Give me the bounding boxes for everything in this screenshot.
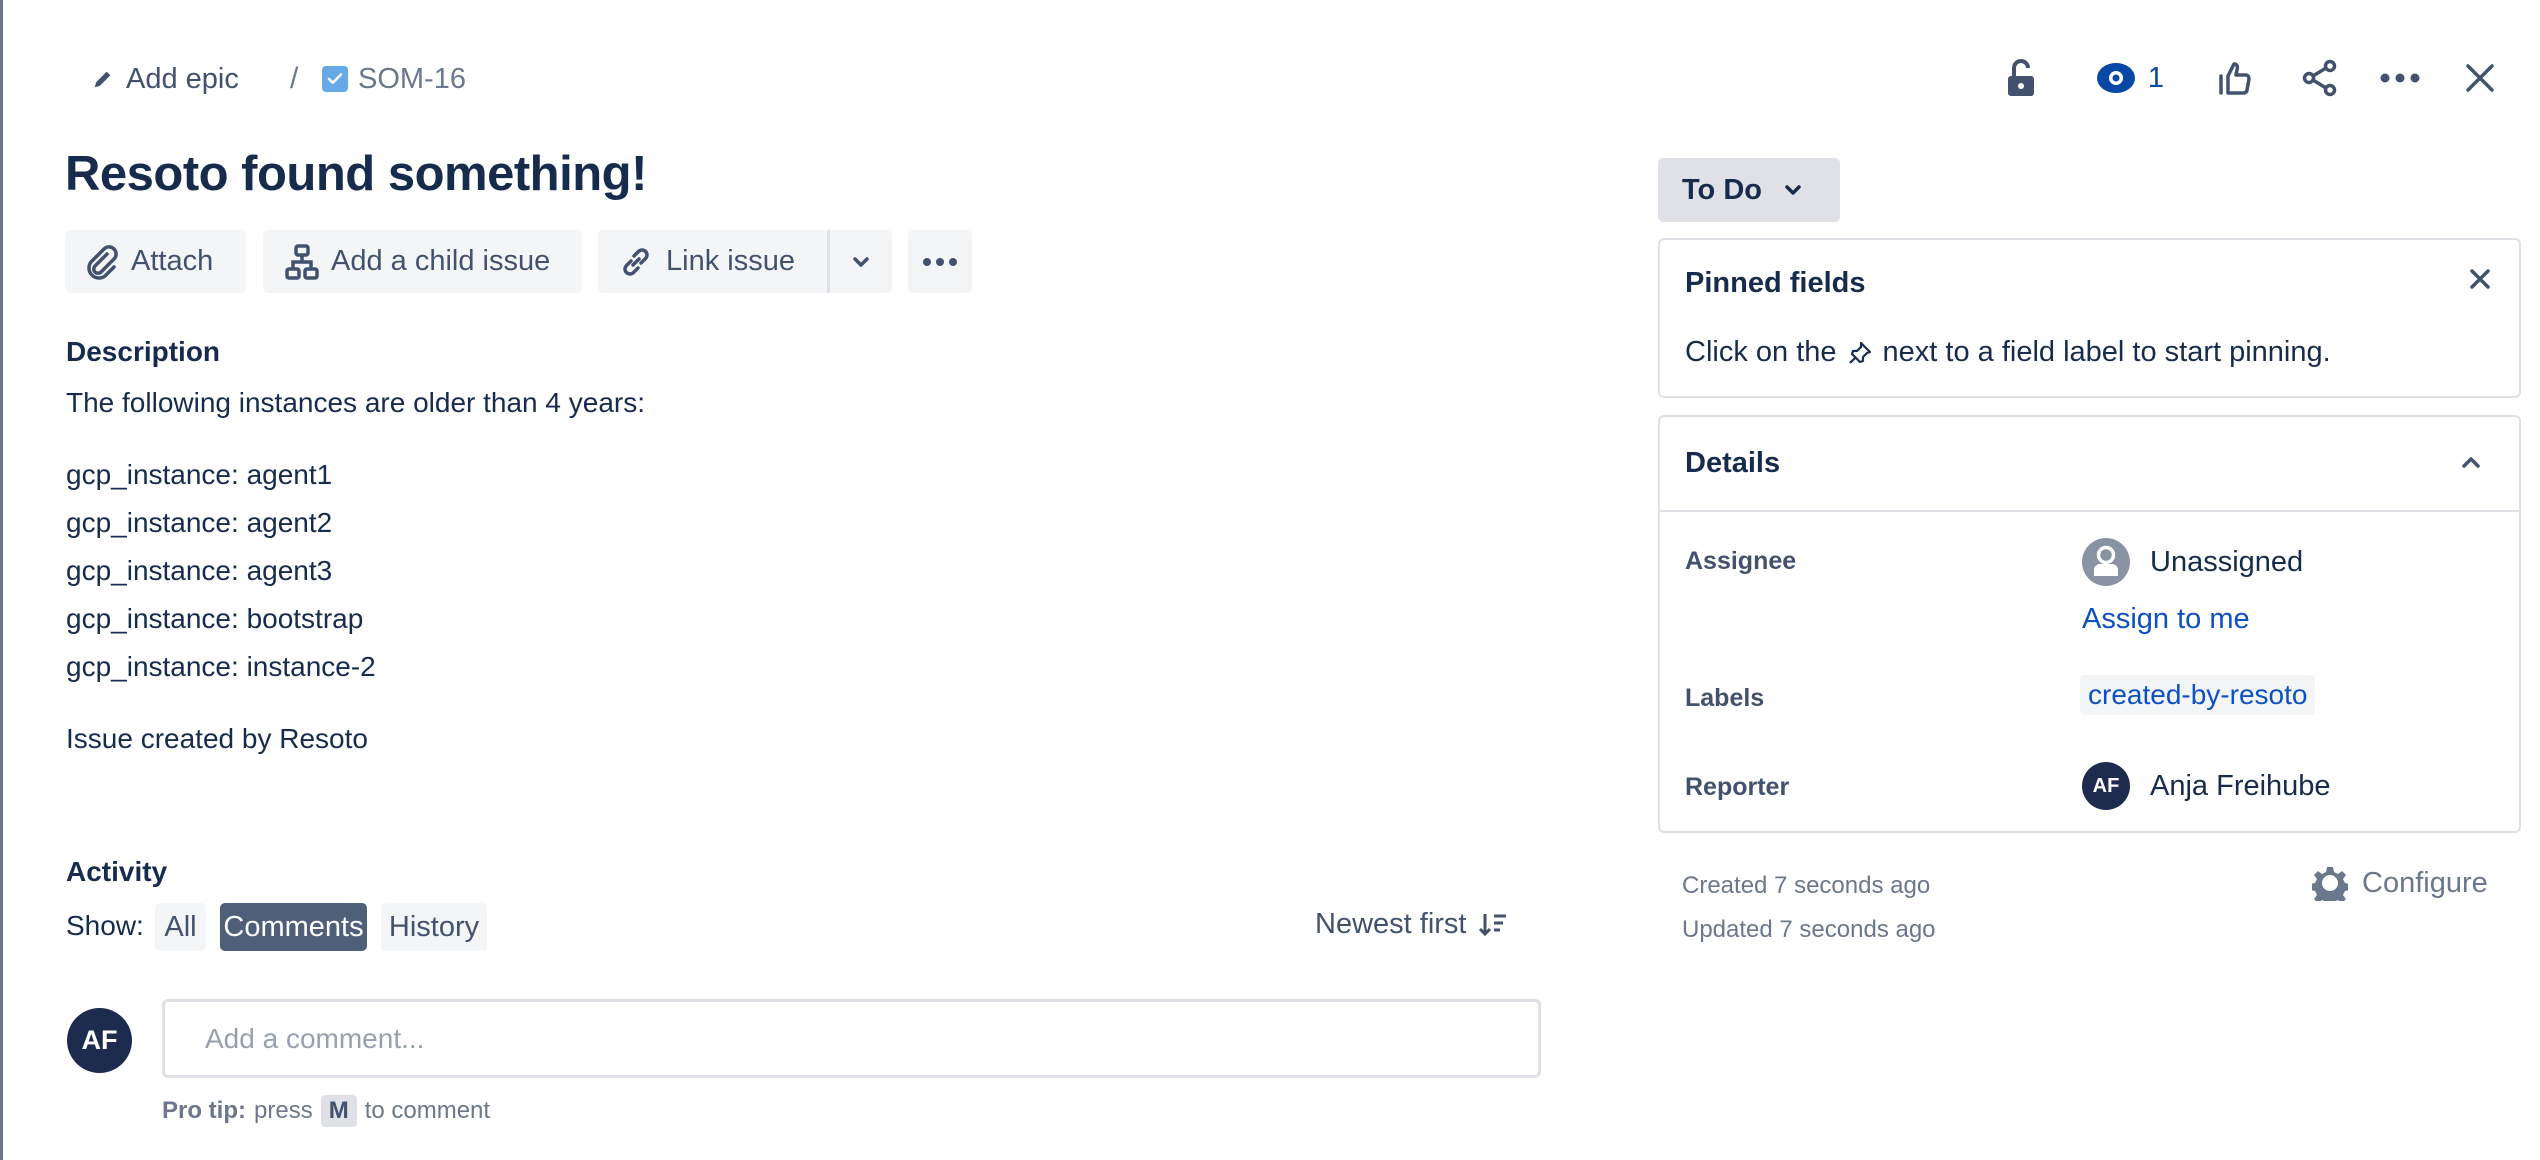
reporter-label: Reporter <box>1685 773 1790 801</box>
status-label: To Do <box>1682 173 1762 206</box>
paperclip-icon <box>85 244 119 280</box>
restrictions-button[interactable] <box>2003 56 2039 100</box>
activity-heading: Activity <box>66 856 168 887</box>
link-issue-button[interactable]: Link issue <box>598 230 827 293</box>
breadcrumb-separator: / <box>290 62 299 95</box>
pencil-icon <box>92 68 114 90</box>
details-title: Details <box>1685 447 1781 479</box>
filter-comments-button[interactable]: Comments <box>220 903 367 951</box>
chevron-down-icon <box>852 256 870 268</box>
close-icon <box>2465 63 2495 93</box>
sort-descending-icon <box>1478 912 1508 938</box>
pro-tip-prefix: Pro tip: <box>162 1097 246 1124</box>
label-tag[interactable]: created-by-resoto <box>2080 675 2316 715</box>
issue-key: SOM-16 <box>358 62 466 95</box>
sort-order-button[interactable]: Newest first <box>1315 908 1508 941</box>
pin-icon <box>1847 340 1873 366</box>
link-issue-dropdown-button[interactable] <box>827 230 892 293</box>
close-pinned-button[interactable] <box>2469 268 2491 290</box>
description-footer: Issue created by Resoto <box>66 723 368 754</box>
reporter-name: Anja Freihube <box>2150 769 2331 802</box>
details-header[interactable]: Details <box>1660 417 2519 510</box>
chevron-up-icon <box>2461 455 2481 469</box>
status-dropdown[interactable]: To Do <box>1658 158 1840 222</box>
attach-label: Attach <box>131 245 214 277</box>
issue-key-link[interactable]: SOM-16 <box>322 60 466 98</box>
assignee-field[interactable]: Unassigned <box>2082 538 2303 586</box>
task-type-icon <box>322 66 348 92</box>
share-button[interactable] <box>2300 56 2340 100</box>
filter-history-button[interactable]: History <box>381 903 487 951</box>
left-edge-strip <box>0 0 3 1160</box>
description-list-item: gcp_instance: agent1 <box>66 459 333 490</box>
reporter-avatar: AF <box>2082 762 2130 810</box>
unlock-icon <box>2006 58 2036 98</box>
show-label: Show: <box>66 910 144 941</box>
chevron-down-icon <box>1784 184 1802 196</box>
configure-label: Configure <box>2362 866 2488 899</box>
details-divider <box>1660 510 2519 512</box>
gear-icon <box>2312 865 2348 901</box>
pinned-hint: Click on the next to a field label to st… <box>1685 336 2331 369</box>
assignee-value: Unassigned <box>2150 545 2304 578</box>
pinned-fields-panel: Pinned fields Click on the next to a fie… <box>1658 238 2521 398</box>
description-list-item: gcp_instance: bootstrap <box>66 603 364 634</box>
assignee-label: Assignee <box>1685 547 1797 575</box>
attach-button[interactable]: Attach <box>65 230 246 293</box>
labels-label: Labels <box>1685 684 1765 712</box>
watch-button[interactable]: 1 <box>2090 56 2170 100</box>
pinned-hint-before: Click on the <box>1685 336 1837 368</box>
description-intro: The following instances are older than 4… <box>66 387 645 418</box>
pinned-hint-after: next to a field label to start pinning. <box>1882 336 2331 368</box>
unassigned-avatar-icon <box>2082 538 2130 586</box>
description-heading: Description <box>66 336 221 367</box>
reporter-field[interactable]: AF Anja Freihube <box>2082 762 2331 810</box>
assign-to-me-link[interactable]: Assign to me <box>2082 603 2250 636</box>
configure-button[interactable]: Configure <box>2312 865 2488 901</box>
more-issue-actions-button[interactable] <box>908 230 972 293</box>
shortcut-key: M <box>320 1095 357 1127</box>
add-epic-label: Add epic <box>126 62 239 95</box>
watch-count: 1 <box>2147 61 2165 94</box>
more-actions-button[interactable] <box>2378 56 2422 100</box>
add-child-issue-button[interactable]: Add a child issue <box>263 230 582 293</box>
more-icon <box>2380 73 2420 83</box>
pro-tip-press: press <box>254 1097 313 1124</box>
eye-icon <box>2096 62 2136 94</box>
description-list-item: gcp_instance: agent3 <box>66 555 333 586</box>
current-user-avatar: AF <box>67 1008 132 1073</box>
description-list-item: gcp_instance: agent2 <box>66 507 333 538</box>
link-issue-label: Link issue <box>666 245 795 277</box>
pro-tip: Pro tip: press M to comment <box>162 1095 490 1127</box>
hierarchy-icon <box>285 243 319 280</box>
description-list-item: gcp_instance: instance-2 <box>66 651 376 682</box>
thumbs-up-icon <box>2218 60 2252 96</box>
labels-field[interactable]: created-by-resoto <box>2080 675 2316 715</box>
vote-button[interactable] <box>2215 56 2255 100</box>
add-epic-link[interactable]: Add epic <box>92 60 239 98</box>
pinned-fields-title: Pinned fields <box>1685 267 1866 299</box>
sort-label: Newest first <box>1315 908 1467 940</box>
link-icon <box>618 244 654 280</box>
filter-all-button[interactable]: All <box>155 903 206 951</box>
updated-timestamp: Updated 7 seconds ago <box>1682 916 1936 943</box>
details-panel: Details Assignee Unassigned Assign to me… <box>1658 415 2521 833</box>
created-timestamp: Created 7 seconds ago <box>1682 872 1931 899</box>
add-comment-input[interactable]: Add a comment... <box>162 999 1541 1078</box>
share-icon <box>2302 59 2338 97</box>
close-button[interactable] <box>2460 56 2500 100</box>
pro-tip-suffix: to comment <box>364 1097 491 1124</box>
more-icon <box>922 257 958 267</box>
add-child-issue-label: Add a child issue <box>331 245 551 277</box>
issue-title[interactable]: Resoto found something! <box>65 146 647 202</box>
close-icon <box>2469 268 2491 290</box>
